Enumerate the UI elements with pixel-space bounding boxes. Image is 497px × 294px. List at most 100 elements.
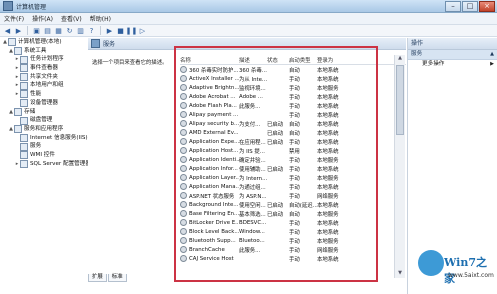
scroll-thumb[interactable] [396, 65, 404, 135]
maximize-button[interactable]: □ [462, 1, 478, 12]
column-log-on-as[interactable]: 登录为 [317, 56, 351, 64]
restart-service-icon[interactable]: ▷ [138, 26, 147, 35]
watermark-brand: Win7之家 [444, 256, 487, 285]
tree-item[interactable]: 磁盘管理 [0, 116, 88, 125]
properties-icon[interactable]: ▦ [54, 26, 63, 35]
tree-item[interactable]: ▲ 计算机管理(本地) [0, 38, 88, 47]
column-description[interactable]: 描述 [239, 56, 267, 64]
service-startup-type: 手动 [289, 94, 300, 101]
pause-service-icon[interactable]: ❚❚ [126, 26, 138, 35]
menu-file[interactable]: 文件(F) [0, 14, 28, 23]
services-list-header: 名称 描述 状态 启动类型 登录为 [180, 55, 406, 65]
table-row[interactable]: BranchCache 此服务... 手动 网络服务 [180, 245, 406, 254]
start-service-icon[interactable]: ▶ [105, 26, 114, 35]
table-row[interactable]: Bluetooth Supp... Bluetoo... 手动 本地服务 [180, 236, 406, 245]
menu-action[interactable]: 操作(A) [28, 14, 57, 23]
tree-item-label: 存储 [24, 108, 36, 115]
services-scrollbar[interactable]: ▲ ▼ [394, 55, 405, 278]
service-gear-icon [180, 120, 187, 127]
view-tabs: 扩展 标准 [88, 274, 127, 282]
table-row[interactable]: Application Layer... 为 Intern... 手动 本地服务 [180, 173, 406, 182]
table-row[interactable]: AMD External Ev... 已启动 自动 本地系统 [180, 128, 406, 137]
stop-service-icon[interactable]: ■ [116, 26, 125, 35]
actions-section-label: 服务 [411, 51, 423, 57]
table-row[interactable]: CAJ Service Host 手动 本地系统 [180, 254, 406, 263]
tree-item[interactable]: Internet 信息服务(IIS) [0, 133, 88, 143]
service-startup-type: 手动 [289, 85, 300, 92]
table-row[interactable]: ASP.NET 状态服务为 ASP.N... 手动 网络服务 [180, 191, 406, 200]
export-icon[interactable]: ▥ [76, 26, 85, 35]
service-name-text: 360 杀毒实时防护... [189, 67, 239, 74]
table-row[interactable]: Block Level Back... Window... 手动 本地系统 [180, 227, 406, 236]
service-name: CAJ Service Host [180, 255, 239, 262]
service-startup-type: 自动(延迟... [289, 202, 317, 209]
table-row[interactable]: ActiveX Installer ... 为从 Inte... 手动 本地系统 [180, 74, 406, 83]
service-description: 选择一个项目来查看它的描述。 [92, 60, 168, 66]
tree-item[interactable]: ▸ 共享文件夹 [0, 73, 88, 82]
close-button[interactable]: × [479, 1, 495, 12]
tree-node-icon [20, 133, 28, 142]
tree-item[interactable]: 设备管理器 [0, 99, 88, 108]
table-row[interactable]: Adaptive Brightn... 监视环境... 手动 本地服务 [180, 83, 406, 92]
table-row[interactable]: Application Infor... 使用辅助... 已启动 手动 本地系统 [180, 164, 406, 173]
tree-item[interactable]: ▸ 事件查看器 [0, 64, 88, 73]
table-row[interactable]: Application Host... 为 IIS 提... 禁用 本地系统 [180, 146, 406, 155]
tree-item[interactable]: ▲ 存储 [0, 107, 88, 117]
service-name: Block Level Back... [180, 228, 239, 235]
tree-item[interactable]: ▸ 本地用户和组 [0, 81, 88, 90]
tree-item[interactable]: 服务 [0, 142, 88, 151]
scroll-up-icon[interactable]: ▲ [395, 55, 405, 63]
column-name[interactable]: 名称 [180, 56, 239, 64]
service-log-on-as: 本地系统 [317, 94, 339, 101]
actions-section-services[interactable]: 服务 ▲ [408, 50, 497, 60]
tab-extended[interactable]: 扩展 [88, 274, 107, 282]
back-icon[interactable]: ◀ [3, 26, 12, 35]
more-actions-item[interactable]: 更多操作 ▶ [408, 60, 497, 69]
table-row[interactable]: Adobe Flash Pla... 此服务... 手动 本地系统 [180, 101, 406, 110]
service-description-cell: 为支付... [239, 121, 261, 128]
menu-view[interactable]: 查看(V) [57, 14, 86, 23]
menu-help[interactable]: 帮助(H) [86, 14, 115, 23]
tree-item[interactable]: ▲ 系统工具 [0, 47, 88, 56]
service-log-on-as: 本地系统 [317, 256, 339, 263]
table-row[interactable]: Application Mana... 为通过组... 手动 本地系统 [180, 182, 406, 191]
tree-item[interactable]: ▸ 性能 [0, 90, 88, 99]
service-gear-icon [180, 111, 187, 118]
up-folder-icon[interactable]: ▣ [32, 26, 41, 35]
tree-item[interactable]: ▲ 服务和应用程序 [0, 125, 88, 134]
table-row[interactable]: BitLocker Drive E... BDESVC... 手动 本地系统 [180, 218, 406, 227]
tree-item[interactable]: ▸ SQL Server 配置管理器 [0, 159, 88, 169]
service-startup-type: 手动 [289, 238, 300, 245]
scroll-down-icon[interactable]: ▼ [395, 270, 405, 278]
service-name-text: ASP.NET 状态服务 [189, 193, 235, 200]
service-status: 已启动 [267, 211, 284, 218]
service-log-on-as: 本地服务 [317, 85, 339, 92]
tree-item[interactable]: ▸ 任务计划程序 [0, 55, 88, 64]
help-icon[interactable]: ? [87, 26, 96, 35]
table-row[interactable]: Background Inte... 使用空闲... 已启动 自动(延迟... 本地系统 [180, 200, 406, 209]
table-row[interactable]: Application Expe... 在应用程... 已启动 手动 本地系统 [180, 137, 406, 146]
tab-standard[interactable]: 标准 [107, 274, 127, 282]
tree-item[interactable]: WMI 控件 [0, 151, 88, 160]
tree-item-label: 服务和应用程序 [24, 125, 64, 132]
service-log-on-as: 本地服务 [317, 157, 339, 164]
column-startup-type[interactable]: 启动类型 [289, 56, 317, 64]
service-startup-type: 手动 [289, 175, 300, 182]
table-row[interactable]: Base Filtering En... 基本筛选... 已启动 自动 本地服务 [180, 209, 406, 218]
console-tree-icon[interactable]: ▤ [43, 26, 52, 35]
table-row[interactable]: Adobe Acrobat ... Adobe ... 手动 本地系统 [180, 92, 406, 101]
minimize-button[interactable]: – [445, 1, 461, 12]
service-name: Background Inte... [180, 201, 239, 208]
table-row[interactable]: Alipay payment ... 手动 本地系统 [180, 110, 406, 119]
refresh-icon[interactable]: ↻ [65, 26, 74, 35]
column-status[interactable]: 状态 [267, 56, 289, 64]
service-gear-icon [180, 183, 187, 190]
table-row[interactable]: Alipay security b... 为支付... 已启动 自动 本地系统 [180, 119, 406, 128]
table-row[interactable]: 360 杀毒实时防护... 360 杀毒... 自动 本地系统 [180, 65, 406, 74]
service-description-cell: 为 IIS 提... [239, 148, 265, 155]
forward-icon[interactable]: ▶ [14, 26, 23, 35]
tree-node-icon [14, 107, 22, 116]
table-row[interactable]: Application Identi... 确定并验... 手动 本地服务 [180, 155, 406, 164]
service-log-on-as: 本地服务 [317, 211, 339, 218]
service-log-on-as: 本地服务 [317, 238, 339, 245]
